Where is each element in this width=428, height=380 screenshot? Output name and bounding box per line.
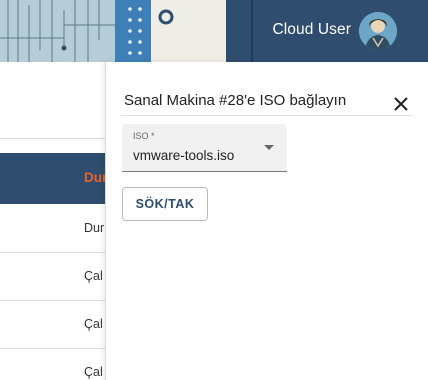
header-separator	[251, 0, 253, 62]
table-row-status: Çal	[84, 317, 103, 331]
attach-iso-dialog: Sanal Makina #28'e ISO bağlayın ISO * vm…	[105, 62, 428, 380]
table-row-divider	[0, 300, 106, 301]
header-banner-image	[0, 0, 226, 62]
table-row-status: Çal	[84, 269, 103, 283]
dialog-title-divider	[121, 115, 413, 116]
attach-detach-button[interactable]: SÖK/TAK	[122, 187, 208, 221]
table-row-status: Çal	[84, 365, 103, 379]
table-row-divider	[0, 252, 106, 253]
close-icon[interactable]	[392, 95, 410, 113]
iso-select-value: vmware-tools.iso	[133, 148, 235, 163]
user-name[interactable]: Cloud User	[272, 21, 351, 39]
table-row-status: Dur	[84, 221, 105, 235]
table-divider	[0, 138, 106, 139]
user-avatar-icon[interactable]	[359, 12, 397, 50]
top-header: Cloud User	[0, 0, 428, 62]
iso-select-label: ISO *	[133, 131, 155, 141]
arrow-drop-down-icon[interactable]	[264, 145, 274, 150]
column-header-status[interactable]: Dur	[84, 170, 107, 185]
iso-select[interactable]: ISO * vmware-tools.iso	[122, 124, 287, 172]
table-row-divider	[0, 348, 106, 349]
dialog-title: Sanal Makina #28'e ISO bağlayın	[124, 92, 347, 109]
